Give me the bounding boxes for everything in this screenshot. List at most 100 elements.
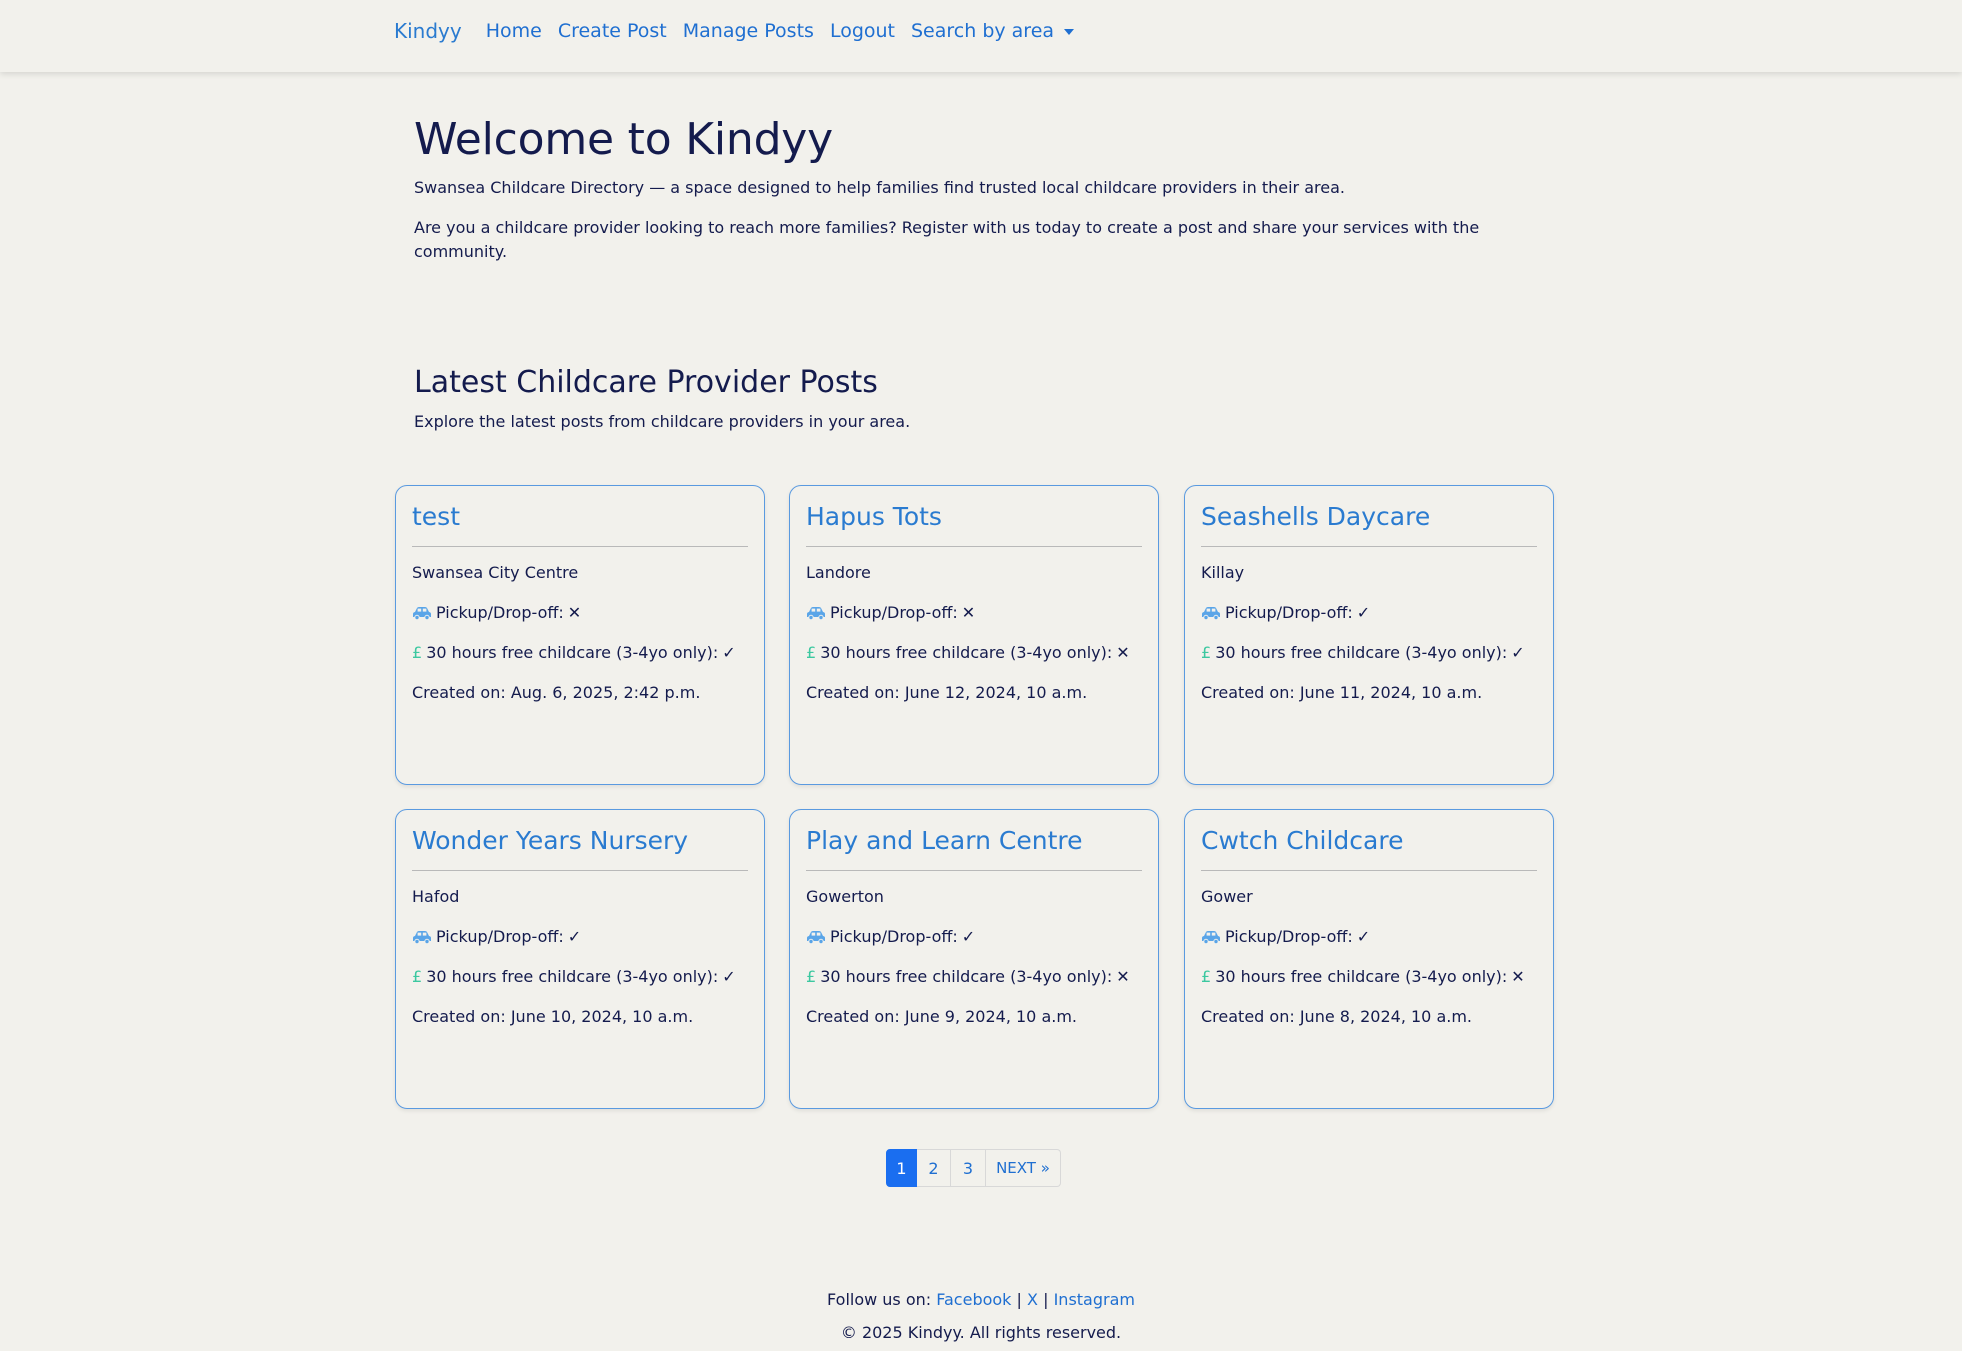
instagram-link[interactable]: Instagram — [1054, 1290, 1135, 1309]
check-icon: ✓ — [1356, 603, 1371, 622]
pickup-label: Pickup/Drop-off: — [1225, 603, 1353, 622]
pound-icon: £ — [806, 643, 817, 662]
post-title-link[interactable]: Play and Learn Centre — [806, 824, 1142, 858]
free-childcare-label: 30 hours free childcare (3-4yo only): — [1215, 967, 1508, 986]
created-on-label: Created on: — [806, 683, 900, 702]
footer-separator: | — [1043, 1290, 1049, 1309]
free-childcare-label: 30 hours free childcare (3-4yo only): — [426, 643, 719, 662]
free-childcare-label: 30 hours free childcare (3-4yo only): — [820, 967, 1113, 986]
check-icon: ✓ — [961, 927, 976, 946]
nav-logout-link[interactable]: Logout — [830, 20, 895, 42]
post-area: Gower — [1201, 887, 1253, 906]
card-divider — [412, 546, 748, 547]
check-icon: ✓ — [1356, 927, 1371, 946]
created-on-row: Created on: June 8, 2024, 10 a.m. — [1201, 1006, 1472, 1028]
post-area: Killay — [1201, 563, 1245, 582]
check-icon: ✓ — [1511, 643, 1525, 662]
cross-icon: ✕ — [961, 603, 976, 622]
x-link[interactable]: X — [1027, 1290, 1038, 1309]
hero-subtitle: Swansea Childcare Directory — a space de… — [414, 178, 1345, 197]
post-area: Swansea City Centre — [412, 563, 579, 582]
latest-posts-title: Latest Childcare Provider Posts — [414, 365, 878, 400]
post-card: Cwtch Childcare Gower Pickup/Drop-off: ✓ £30… — [1184, 809, 1554, 1109]
hero-body: Are you a childcare provider looking to … — [414, 218, 1480, 261]
brand-link[interactable]: Kindyy — [394, 19, 462, 43]
car-icon — [412, 928, 432, 950]
nav-home-link[interactable]: Home — [486, 20, 542, 42]
car-icon — [1201, 928, 1221, 950]
post-card: Seashells Daycare Killay Pickup/Drop-off: ✓… — [1184, 485, 1554, 785]
page-2-button[interactable]: 2 — [917, 1149, 951, 1187]
pickup-label: Pickup/Drop-off: — [1225, 927, 1353, 946]
free-childcare-row: £30 hours free childcare (3-4yo only): ✕ — [1201, 966, 1525, 988]
pickup-row: Pickup/Drop-off: ✓ — [412, 926, 581, 950]
created-on-date: June 12, 2024, 10 a.m. — [904, 683, 1088, 702]
created-on-date: June 9, 2024, 10 a.m. — [904, 1007, 1078, 1026]
created-on-label: Created on: — [806, 1007, 900, 1026]
car-icon — [1201, 604, 1221, 626]
cross-icon: ✕ — [567, 603, 582, 622]
pound-icon: £ — [412, 967, 423, 986]
pickup-label: Pickup/Drop-off: — [830, 603, 958, 622]
car-icon — [806, 928, 826, 950]
pickup-row: Pickup/Drop-off: ✓ — [806, 926, 975, 950]
post-title-link[interactable]: Seashells Daycare — [1201, 500, 1537, 534]
post-card: test Swansea City Centre Pickup/Drop-off: ✕… — [395, 485, 765, 785]
post-title-link[interactable]: Cwtch Childcare — [1201, 824, 1537, 858]
car-icon — [412, 604, 432, 626]
latest-posts-header: Latest Childcare Provider Posts Explore … — [414, 362, 1554, 434]
post-card: Play and Learn Centre Gowerton Pickup/Drop… — [789, 809, 1159, 1109]
cross-icon: ✕ — [1116, 967, 1130, 986]
search-by-area-label: Search by area — [911, 20, 1055, 42]
pound-icon: £ — [1201, 967, 1212, 986]
pound-icon: £ — [806, 967, 817, 986]
footer: Follow us on: Facebook | X | Instagram ©… — [0, 1290, 1962, 1342]
created-on-row: Created on: Aug. 6, 2025, 2:42 p.m. — [412, 682, 700, 704]
check-icon: ✓ — [722, 643, 736, 662]
nav-manage-posts-link[interactable]: Manage Posts — [683, 20, 814, 42]
created-on-row: Created on: June 12, 2024, 10 a.m. — [806, 682, 1087, 704]
pickup-label: Pickup/Drop-off: — [830, 927, 958, 946]
pagination: 1 2 3 NEXT » — [886, 1149, 1061, 1187]
facebook-link[interactable]: Facebook — [936, 1290, 1011, 1309]
free-childcare-row: £30 hours free childcare (3-4yo only): ✓ — [412, 966, 736, 988]
next-page-button[interactable]: NEXT » — [986, 1149, 1061, 1187]
post-title-link[interactable]: Wonder Years Nursery — [412, 824, 748, 858]
post-title-link[interactable]: test — [412, 500, 748, 534]
welcome-section: Welcome to Kindyy Swansea Childcare Dire… — [414, 112, 1554, 264]
pickup-label: Pickup/Drop-off: — [436, 603, 564, 622]
pickup-row: Pickup/Drop-off: ✕ — [412, 602, 581, 626]
post-area: Landore — [806, 563, 871, 582]
pickup-row: Pickup/Drop-off: ✕ — [806, 602, 975, 626]
created-on-label: Created on: — [1201, 683, 1295, 702]
created-on-row: Created on: June 10, 2024, 10 a.m. — [412, 1006, 693, 1028]
free-childcare-label: 30 hours free childcare (3-4yo only): — [1215, 643, 1508, 662]
created-on-label: Created on: — [1201, 1007, 1295, 1026]
card-divider — [1201, 870, 1537, 871]
top-navbar: Kindyy Home Create Post Manage Posts Log… — [0, 0, 1962, 72]
post-area: Hafod — [412, 887, 460, 906]
search-by-area-dropdown[interactable]: Search by area — [911, 20, 1075, 42]
free-childcare-row: £30 hours free childcare (3-4yo only): ✕ — [806, 966, 1130, 988]
created-on-row: Created on: June 11, 2024, 10 a.m. — [1201, 682, 1482, 704]
nav-create-post-link[interactable]: Create Post — [558, 20, 667, 42]
pickup-row: Pickup/Drop-off: ✓ — [1201, 602, 1370, 626]
post-card: Hapus Tots Landore Pickup/Drop-off: ✕ £30 ho… — [789, 485, 1159, 785]
post-area: Gowerton — [806, 887, 884, 906]
card-divider — [412, 870, 748, 871]
check-icon: ✓ — [567, 927, 582, 946]
latest-posts-subtitle: Explore the latest posts from childcare … — [414, 412, 911, 431]
pickup-row: Pickup/Drop-off: ✓ — [1201, 926, 1370, 950]
free-childcare-row: £30 hours free childcare (3-4yo only): ✓ — [412, 642, 736, 664]
created-on-date: Aug. 6, 2025, 2:42 p.m. — [510, 683, 701, 702]
created-on-date: June 10, 2024, 10 a.m. — [510, 1007, 694, 1026]
caret-down-icon — [1064, 29, 1075, 35]
post-title-link[interactable]: Hapus Tots — [806, 500, 1142, 534]
nav-links: Kindyy Home Create Post Manage Posts Log… — [394, 0, 1090, 62]
created-on-label: Created on: — [412, 683, 506, 702]
page-1-button[interactable]: 1 — [886, 1149, 917, 1187]
created-on-date: June 8, 2024, 10 a.m. — [1299, 1007, 1473, 1026]
page-3-button[interactable]: 3 — [951, 1149, 986, 1187]
free-childcare-label: 30 hours free childcare (3-4yo only): — [426, 967, 719, 986]
free-childcare-row: £30 hours free childcare (3-4yo only): ✓ — [1201, 642, 1525, 664]
